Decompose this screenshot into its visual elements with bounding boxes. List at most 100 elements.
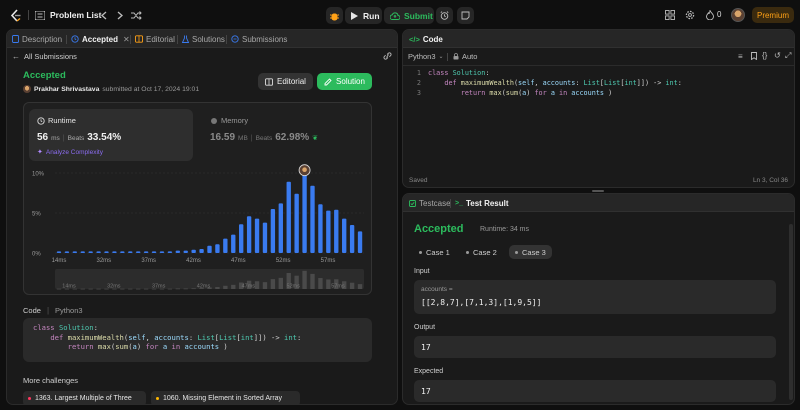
overview-bar <box>88 288 93 290</box>
back-to-submissions[interactable]: ← All Submissions <box>12 52 77 61</box>
runtime-value-row: 56 ms | Beats 33.54% <box>37 132 121 143</box>
tab-editorial[interactable]: Editorial <box>135 30 175 48</box>
difficulty-dot <box>156 397 159 400</box>
checkbox-icon <box>409 199 416 207</box>
x-tick-label: 32ms <box>96 258 111 264</box>
submission-status: Accepted <box>23 70 66 81</box>
expected-value: 17 <box>421 387 431 396</box>
close-icon[interactable]: ✕ <box>123 35 130 44</box>
premium-label: Premium <box>756 10 789 20</box>
x-tick-label: 42ms <box>186 258 201 264</box>
separator <box>28 10 29 20</box>
overview-tick-label: 47ms <box>242 284 256 290</box>
overview-bar <box>278 277 283 289</box>
overview-strip <box>55 269 364 289</box>
challenge-chip[interactable]: 1060. Missing Element in Sorted Array <box>151 391 300 404</box>
y-tick-label: 0% <box>32 252 41 258</box>
submitted-at: submitted at Oct 17, 2024 19:01 <box>102 85 200 93</box>
overview-bar <box>72 288 77 290</box>
runtime-card[interactable]: Runtime 56 ms | Beats 33.54% ✦ Analyze C… <box>29 109 193 161</box>
top-bar: Problem List Run Submit 0 Premium <box>0 0 800 30</box>
shuffle-icon[interactable] <box>130 9 142 21</box>
premium-button[interactable]: Premium <box>752 7 794 23</box>
tab-accepted[interactable]: Accepted ✕ <box>71 30 130 48</box>
arrow-left-icon: ← <box>12 52 20 61</box>
problem-list-link[interactable]: Problem List <box>50 10 101 20</box>
debug-button[interactable] <box>326 7 343 24</box>
reset-icon[interactable]: ↺ <box>774 51 781 60</box>
layout-grid-icon[interactable] <box>664 9 676 21</box>
tab-description[interactable]: Description <box>12 30 62 48</box>
chart-bar <box>159 251 165 253</box>
author-name[interactable]: Prakhar Shrivastava <box>34 86 99 93</box>
overview-bar <box>286 272 291 289</box>
expand-icon[interactable]: ⤢ <box>785 51 791 61</box>
avatar[interactable] <box>731 8 745 22</box>
result-runtime: Runtime: 34 ms <box>480 226 530 233</box>
tab-testcase[interactable]: Testcase <box>409 194 451 212</box>
chart-bar <box>334 209 339 253</box>
memory-value-row: 16.59 MB | Beats 62.98% ❦ <box>210 132 318 143</box>
overview-tick-label: 32ms <box>107 284 121 290</box>
leetcode-logo-icon[interactable] <box>9 8 23 22</box>
overview-bar <box>223 285 228 289</box>
solution-button[interactable]: Solution <box>317 73 372 90</box>
overview-tick-label: 37ms <box>152 284 166 290</box>
list-icon[interactable] <box>34 9 46 21</box>
auto-mode-toggle[interactable]: Auto <box>453 52 477 61</box>
overview-bar <box>80 288 85 290</box>
format-icon[interactable]: ≡ <box>738 52 743 61</box>
divider: | <box>62 135 65 142</box>
analyze-complexity-link[interactable]: ✦ Analyze Complexity <box>37 148 103 157</box>
scrollbar[interactable] <box>789 224 793 400</box>
resize-handle[interactable] <box>592 190 604 192</box>
overview-bar <box>136 288 141 290</box>
chart-bar <box>128 251 133 253</box>
tab-editorial-label: Editorial <box>146 34 175 44</box>
memory-card[interactable]: Memory 16.59 MB | Beats 62.98% ❦ <box>210 109 360 161</box>
document-icon <box>12 35 19 43</box>
language-select[interactable]: Python3 ⌄ <box>408 52 444 61</box>
overview-bar <box>357 284 363 289</box>
challenge-chip[interactable]: 1363. Largest Multiple of Three <box>23 391 146 404</box>
runtime-beats-value: 33.54% <box>87 132 122 143</box>
submit-button[interactable]: Submit <box>384 7 434 24</box>
braces-icon[interactable]: {} <box>762 51 767 60</box>
input-box: accounts = [[2,8,7],[7,1,3],[1,9,5]] <box>414 280 776 314</box>
chart-bar <box>231 234 236 253</box>
cursor-position: Ln 3, Col 36 <box>752 177 788 184</box>
code-line-2: def maximumWealth(self, accounts: List[L… <box>444 78 682 87</box>
note-icon[interactable] <box>457 7 474 24</box>
tab-code[interactable]: </> Code <box>409 30 443 48</box>
tab-solutions[interactable]: Solutions <box>182 30 225 48</box>
alarm-clock-icon[interactable] <box>436 7 453 24</box>
editorial-button-label: Editorial <box>277 77 306 86</box>
chevron-left-icon[interactable] <box>98 9 110 21</box>
tab-submissions[interactable]: Submissions <box>231 30 287 48</box>
gear-icon[interactable] <box>684 9 696 21</box>
case-tab-3[interactable]: Case 3 <box>509 245 552 259</box>
editorial-button[interactable]: Editorial <box>258 73 313 90</box>
chart-bar <box>56 251 62 253</box>
chart-bar <box>199 249 204 253</box>
solution-button-label: Solution <box>336 77 365 86</box>
overview-bar <box>199 288 204 289</box>
run-button[interactable]: Run <box>345 7 382 24</box>
case-tab-1[interactable]: Case 1 <box>413 245 456 259</box>
case-label: Case 2 <box>473 247 497 257</box>
editor-code[interactable]: class Solution: def maximumWealth(self, … <box>428 69 682 98</box>
code-brackets-icon: </> <box>409 34 420 44</box>
bookmark-icon[interactable] <box>751 52 757 62</box>
expected-label: Expected <box>414 368 444 375</box>
x-tick-label: 14ms <box>52 258 67 264</box>
chevron-right-icon[interactable] <box>114 9 126 21</box>
overview-bar <box>215 287 220 289</box>
overview-bar <box>64 288 70 290</box>
expected-box: 17 <box>414 380 776 402</box>
case-tab-2[interactable]: Case 2 <box>460 245 503 259</box>
tab-test-result[interactable]: >_ Test Result <box>455 194 509 212</box>
chart-bar <box>215 244 220 253</box>
chart-bar <box>223 238 228 253</box>
link-icon[interactable] <box>383 52 392 62</box>
fire-icon[interactable] <box>705 9 715 21</box>
